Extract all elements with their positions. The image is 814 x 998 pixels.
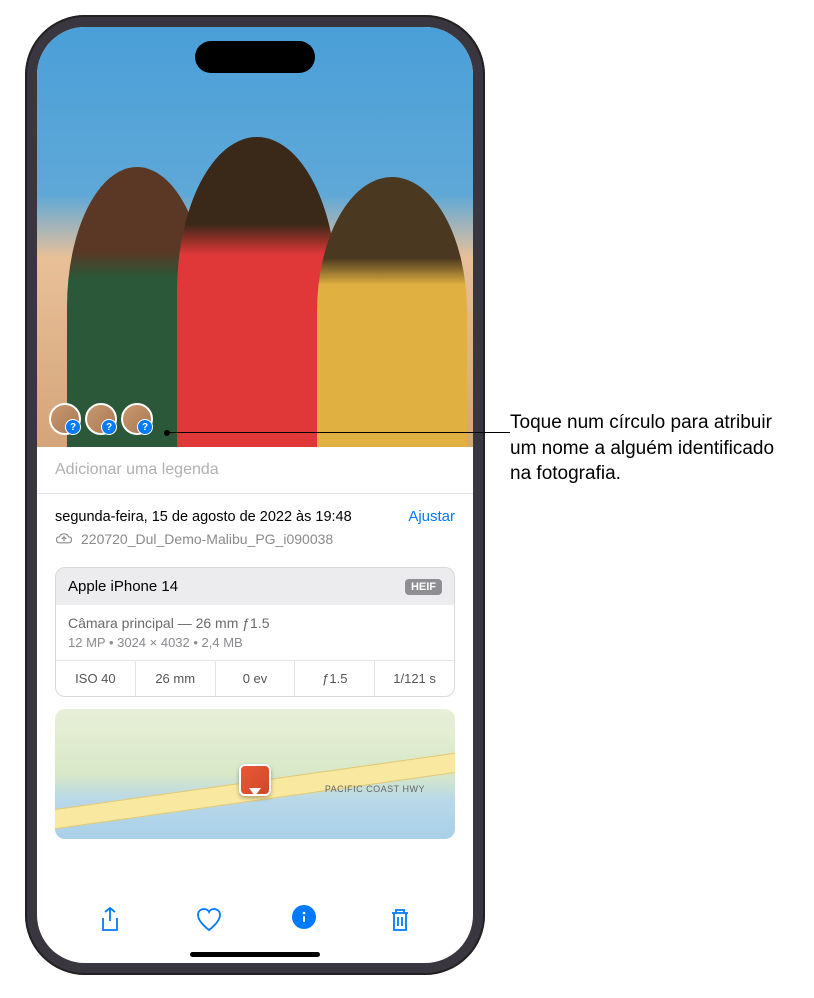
face-circle[interactable]: [121, 403, 153, 435]
exif-ev: 0 ev: [216, 661, 296, 696]
filename-text: 220720_Dul_Demo-Malibu_PG_i090038: [81, 531, 333, 547]
phone-screen: Adicionar uma legenda segunda-feira, 15 …: [37, 27, 473, 963]
device-name: Apple iPhone 14: [68, 578, 178, 595]
caption-field[interactable]: Adicionar uma legenda: [37, 447, 473, 494]
filename-row: 220720_Dul_Demo-Malibu_PG_i090038: [37, 531, 473, 561]
callout-text: Toque num círculo para atribuir um nome …: [510, 410, 790, 487]
bottom-toolbar: [37, 895, 473, 945]
share-button[interactable]: [95, 905, 125, 935]
format-badge: HEIF: [405, 579, 442, 595]
date-text: segunda-feira, 15 de agosto de 2022 às 1…: [55, 509, 352, 525]
info-button[interactable]: [292, 905, 316, 929]
exif-iso: ISO 40: [56, 661, 136, 696]
specs-info: 12 MP • 3024 × 4032 • 2,4 MB: [68, 635, 442, 650]
callout-leader-line: [167, 432, 510, 433]
home-indicator[interactable]: [190, 952, 320, 957]
map-pin: [239, 764, 271, 796]
dynamic-island: [195, 41, 315, 73]
cloud-icon: [55, 532, 73, 546]
photo-subject: [177, 137, 337, 447]
adjust-button[interactable]: Ajustar: [408, 508, 455, 525]
photo-preview[interactable]: [37, 27, 473, 447]
lens-info: Câmara principal — 26 mm ƒ1.5: [68, 615, 442, 631]
exif-row: ISO 40 26 mm 0 ev ƒ1.5 1/121 s: [56, 660, 454, 696]
delete-button[interactable]: [385, 905, 415, 935]
exif-focal: 26 mm: [136, 661, 216, 696]
phone-frame: Adicionar uma legenda segunda-feira, 15 …: [25, 15, 485, 975]
camera-header: Apple iPhone 14 HEIF: [56, 568, 454, 605]
face-circle[interactable]: [49, 403, 81, 435]
caption-placeholder: Adicionar uma legenda: [55, 461, 219, 478]
map-road-label: PACIFIC COAST HWY: [325, 784, 425, 794]
date-row: segunda-feira, 15 de agosto de 2022 às 1…: [37, 494, 473, 531]
photo-subject: [317, 177, 467, 447]
camera-info-card: Apple iPhone 14 HEIF Câmara principal — …: [55, 567, 455, 697]
camera-body: Câmara principal — 26 mm ƒ1.5 12 MP • 30…: [56, 605, 454, 660]
face-circles-row: [49, 403, 153, 435]
exif-aperture: ƒ1.5: [295, 661, 375, 696]
map-preview[interactable]: PACIFIC COAST HWY: [55, 709, 455, 839]
face-circle[interactable]: [85, 403, 117, 435]
exif-shutter: 1/121 s: [375, 661, 454, 696]
favorite-button[interactable]: [194, 905, 224, 935]
